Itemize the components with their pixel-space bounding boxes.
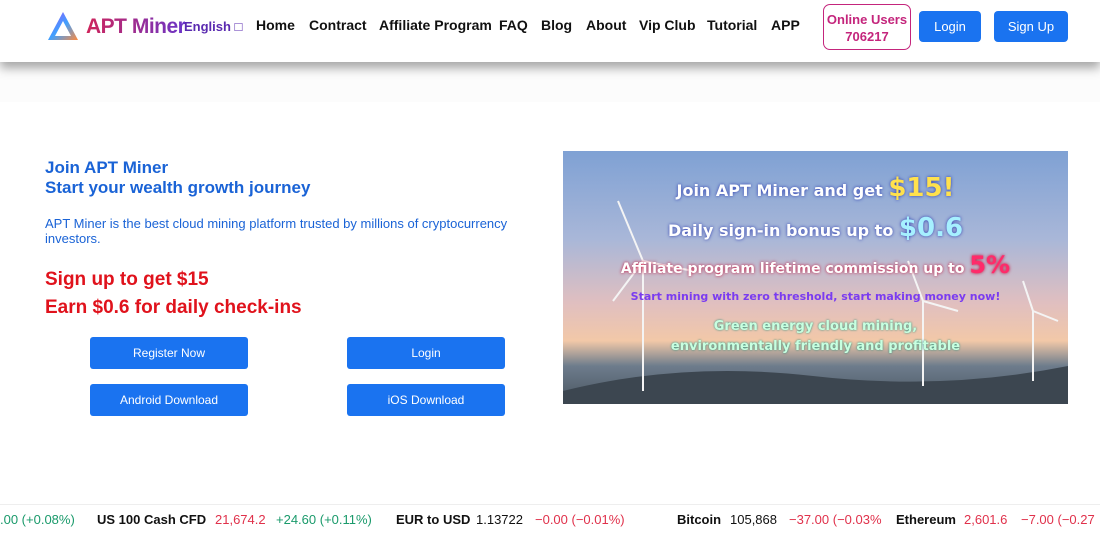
- language-selector[interactable]: English □: [184, 19, 242, 34]
- nav-contract[interactable]: Contract: [309, 17, 367, 33]
- online-users-count: 706217: [845, 29, 889, 44]
- online-users-badge: Online Users 706217: [823, 4, 911, 50]
- nav-home[interactable]: Home: [256, 17, 295, 33]
- market-ticker[interactable]: .00 (+0.08%) US 100 Cash CFD 21,674.2 +2…: [0, 504, 1100, 534]
- hero-title: Join APT Miner Start your wealth growth …: [45, 158, 311, 197]
- nav-affiliate-program[interactable]: Affiliate Program: [379, 17, 492, 33]
- hero-login-button[interactable]: Login: [347, 337, 505, 369]
- promo-signup: Sign up to get $15: [45, 269, 209, 290]
- login-button[interactable]: Login: [919, 11, 981, 42]
- ios-download-button[interactable]: iOS Download: [347, 384, 505, 416]
- logo-icon: [48, 12, 78, 40]
- header: APT Miner English □ Home Contract Affili…: [0, 0, 1100, 62]
- signup-button[interactable]: Sign Up: [994, 11, 1068, 42]
- nav-tutorial[interactable]: Tutorial: [707, 17, 757, 33]
- logo[interactable]: APT Miner: [46, 10, 186, 44]
- promo-checkin: Earn $0.6 for daily check-ins: [45, 297, 302, 318]
- nav-faq[interactable]: FAQ: [499, 17, 528, 33]
- android-download-button[interactable]: Android Download: [90, 384, 248, 416]
- nav-blog[interactable]: Blog: [541, 17, 572, 33]
- nav-vip-club[interactable]: Vip Club: [639, 17, 696, 33]
- header-shadow-band: [0, 62, 1100, 102]
- nav-about[interactable]: About: [586, 17, 626, 33]
- register-now-button[interactable]: Register Now: [90, 337, 248, 369]
- nav-app[interactable]: APP: [771, 17, 800, 33]
- hero-description: APT Miner is the best cloud mining platf…: [45, 216, 508, 246]
- promo-banner[interactable]: Join APT Miner and get $15! Daily sign-i…: [563, 151, 1068, 404]
